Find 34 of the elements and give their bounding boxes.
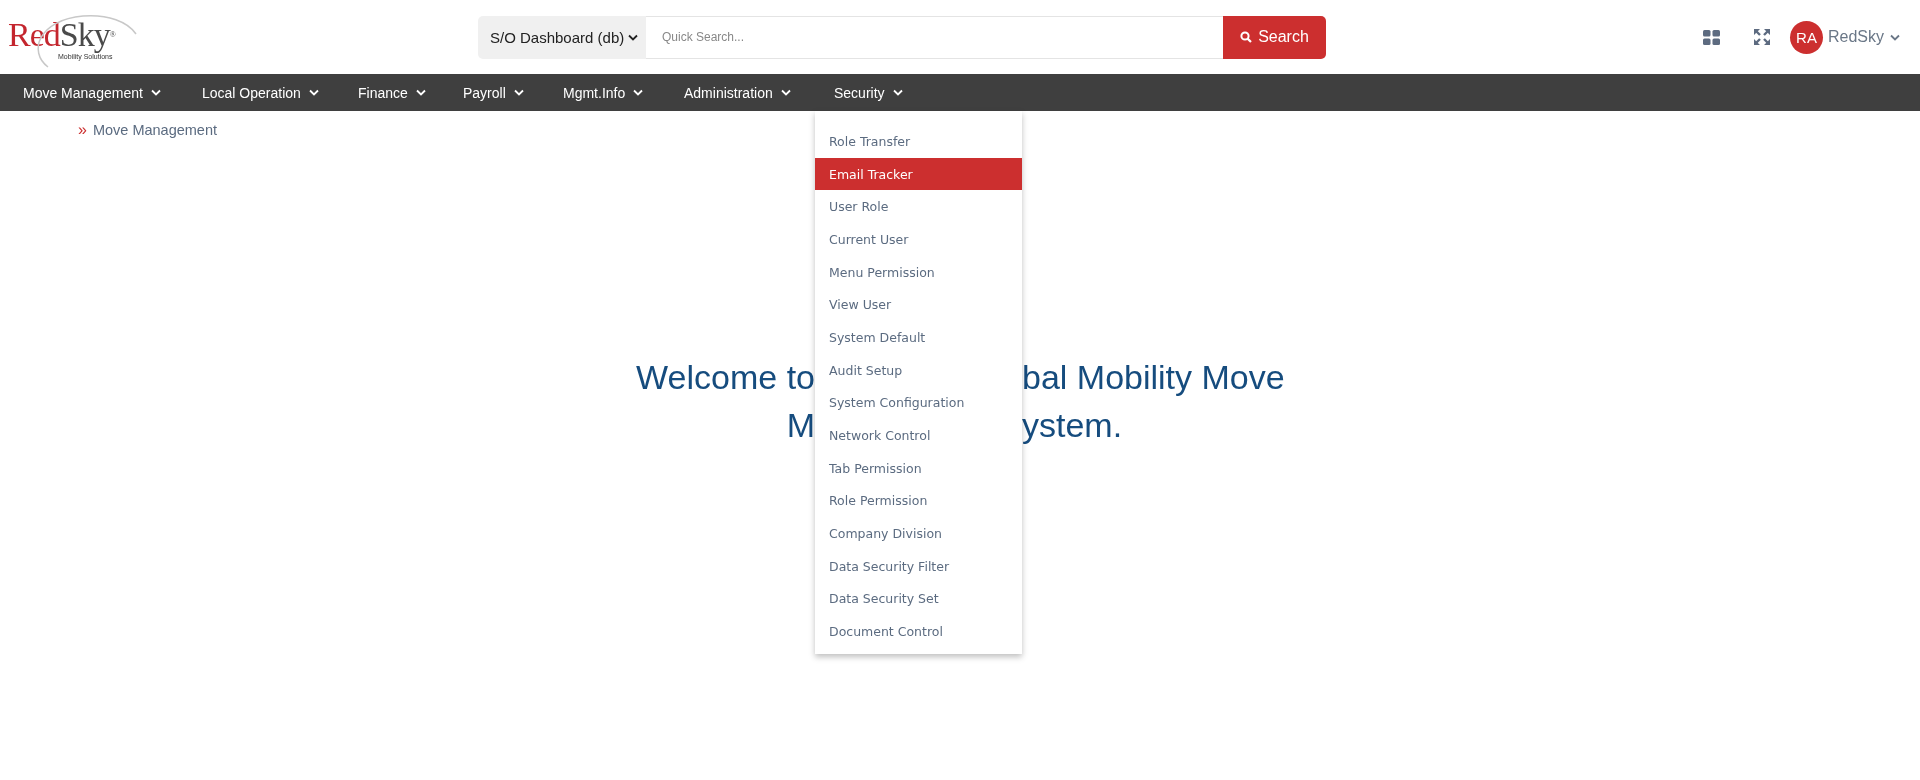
dropdown-item[interactable]: Email Tracker [815, 157, 1022, 191]
search-button[interactable]: Search [1223, 15, 1326, 59]
dropdown-item[interactable]: Audit Setup [815, 353, 1022, 387]
dropdown-item[interactable]: Network Control [815, 419, 1022, 452]
user-avatar[interactable]: RA [1789, 20, 1823, 54]
breadcrumb-link[interactable]: Move Management [92, 122, 218, 138]
dropdown-item[interactable]: View User [815, 288, 1022, 322]
dropdown-item[interactable]: Role Transfer [815, 125, 1022, 158]
breadcrumb-marker: » [78, 121, 87, 139]
nav-menu-item[interactable]: Administration [665, 74, 815, 111]
welcome-text: M [786, 406, 815, 444]
dropdown-item[interactable]: Data Security Filter [815, 549, 1022, 583]
nav-menu-item[interactable]: Payroll [444, 74, 544, 111]
dropdown-item[interactable]: Role Permission [815, 484, 1022, 518]
dropdown-item[interactable]: System Configuration [815, 386, 1022, 420]
user-menu[interactable]: RedSky [1827, 28, 1900, 46]
dashboard-select[interactable]: S/O Dashboard (db) [478, 15, 646, 59]
dropdown-item[interactable]: Tab Permission [815, 451, 1022, 485]
welcome-text: bal Mobility Move [1022, 358, 1285, 396]
quick-search-field[interactable]: Quick Search... [646, 15, 1223, 59]
dropdown-item[interactable]: Document Control [815, 615, 1022, 648]
nav-menu-item[interactable]: Local Operation [183, 74, 339, 111]
dropdown-item[interactable]: Data Security Set [815, 582, 1022, 616]
nav-menu-item[interactable]: Mgmt.Info [544, 74, 665, 111]
nav-menu-item[interactable]: Finance [339, 74, 444, 111]
dropdown-item[interactable]: Company Division [815, 517, 1022, 550]
welcome-text: Welcome to [636, 358, 815, 396]
dropdown-item[interactable]: User Role [815, 190, 1022, 224]
dropdown-item[interactable]: Menu Permission [815, 255, 1022, 289]
logo: RedSky® [8, 18, 115, 52]
dropdown-item[interactable]: System Default [815, 321, 1022, 354]
dropdown-item[interactable]: Current User [815, 223, 1022, 256]
welcome-text: ystem. [1022, 406, 1123, 444]
nav-menu-item[interactable]: Move Management [4, 74, 183, 111]
